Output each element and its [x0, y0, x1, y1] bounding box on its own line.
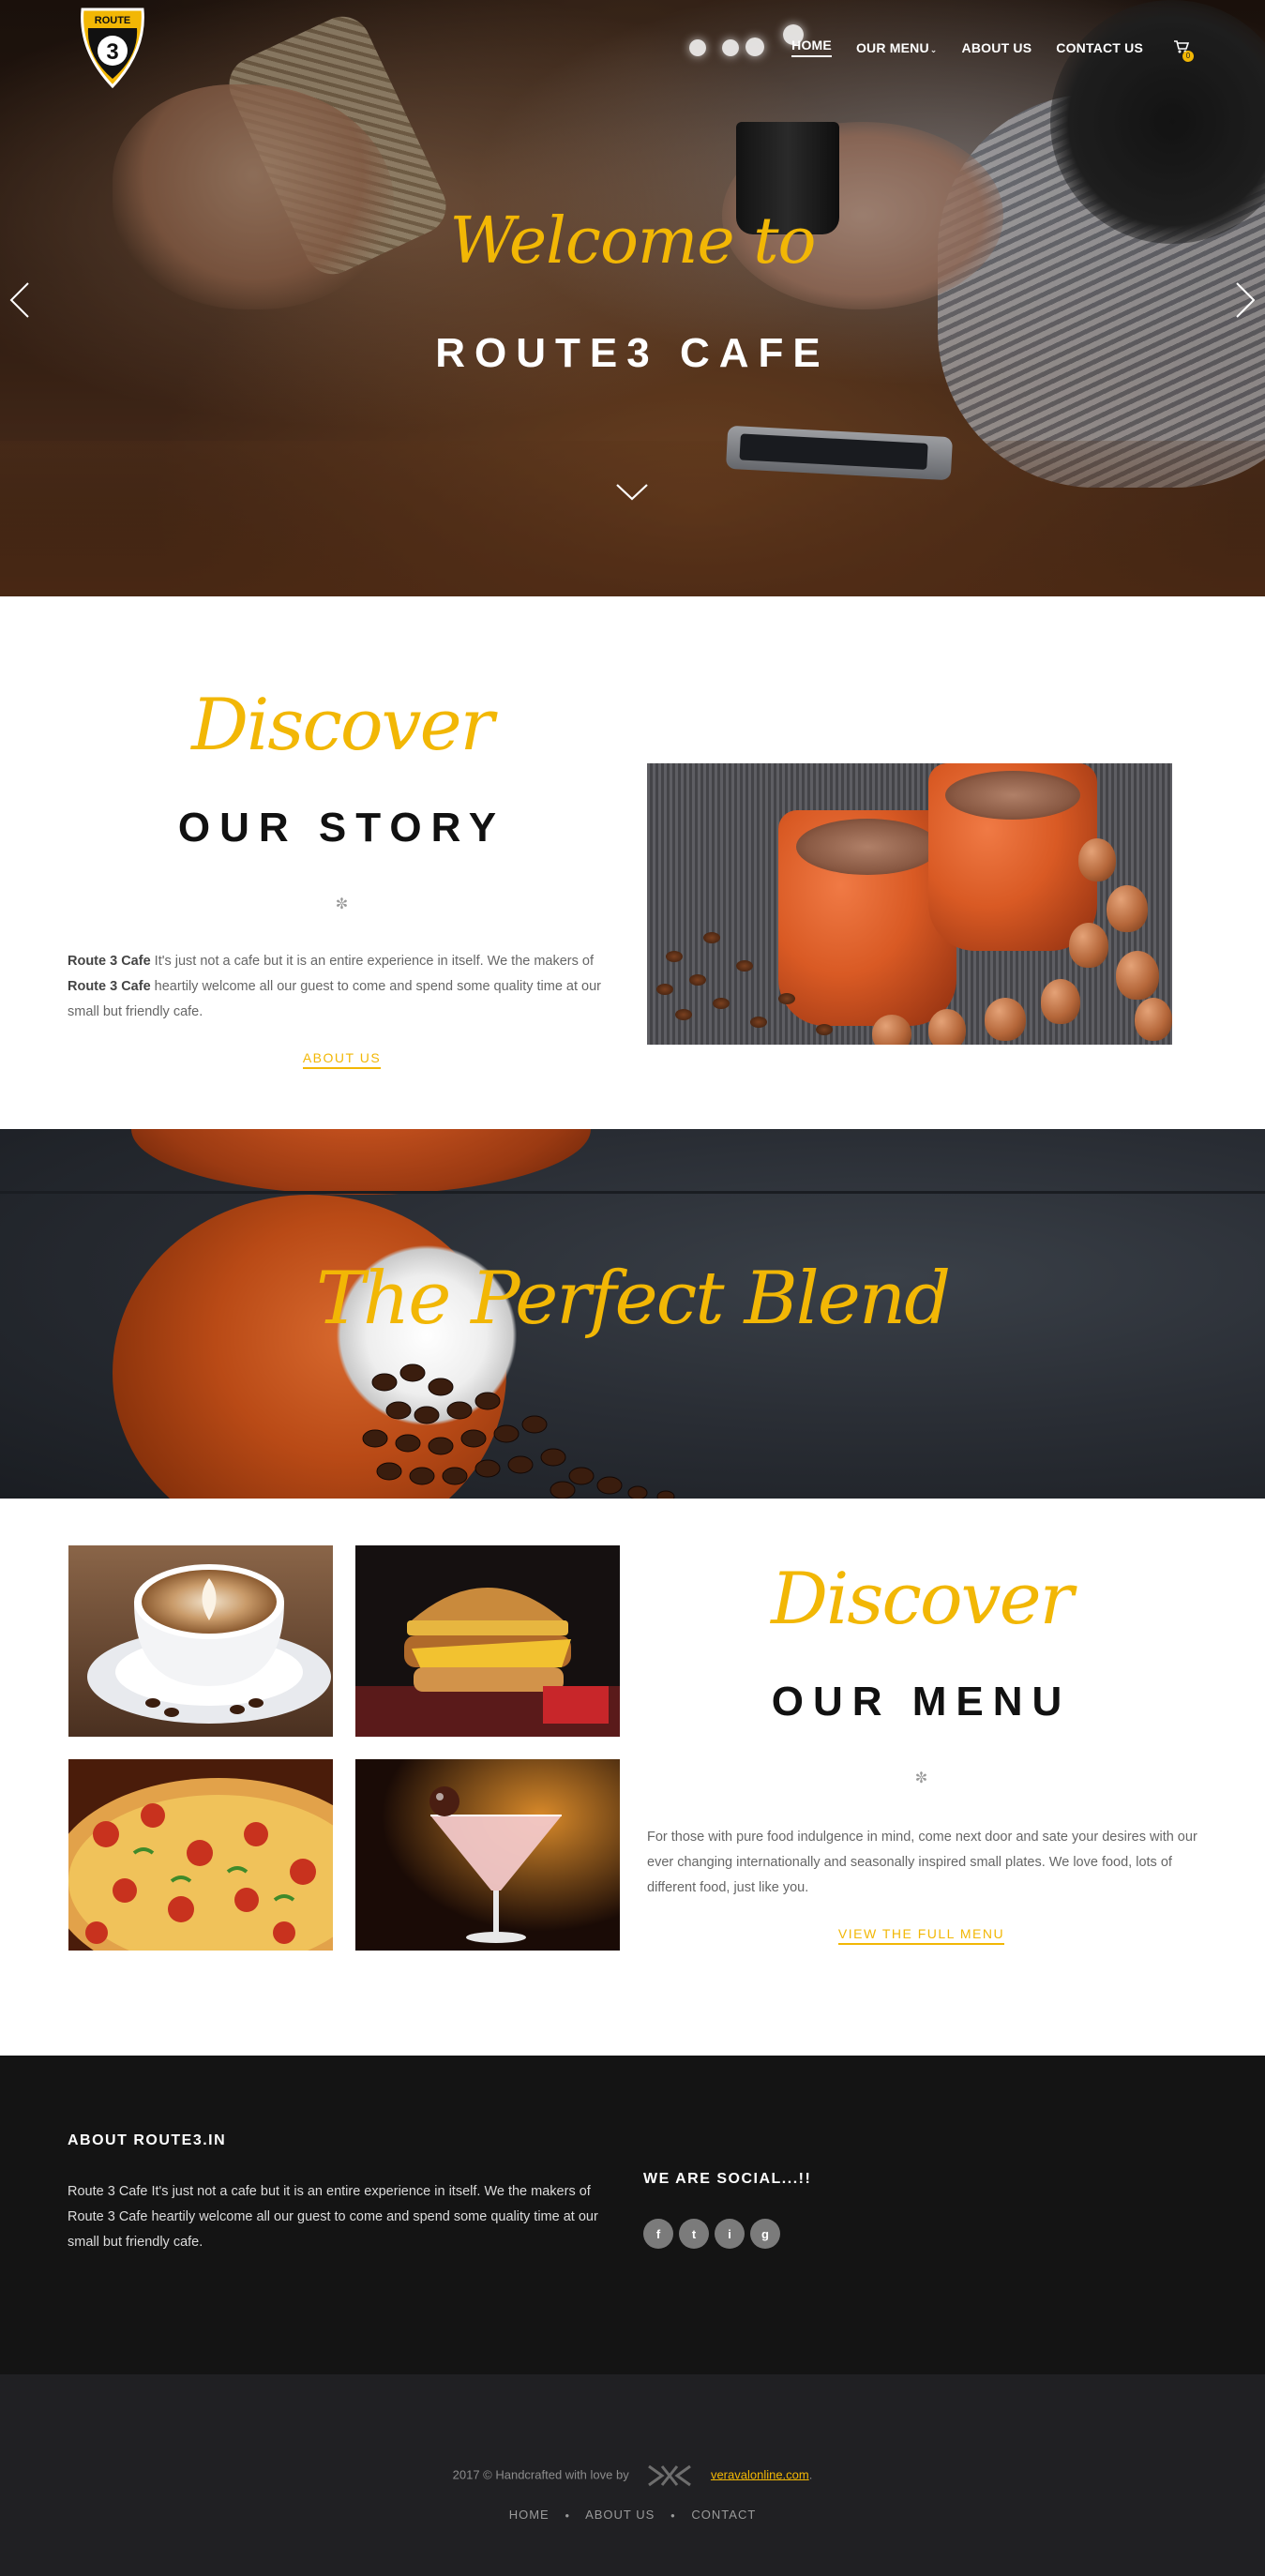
- footer-link-home[interactable]: HOME: [509, 2508, 550, 2522]
- slider-prev-arrow-icon[interactable]: [8, 281, 32, 319]
- about-us-link[interactable]: ABOUT US: [302, 1050, 382, 1069]
- nav-about-us[interactable]: ABOUT US: [962, 40, 1032, 55]
- story-text-1: It's just not a cafe but it is an entire…: [150, 954, 595, 969]
- perfect-blend-title: The Perfect Blend: [315, 1257, 951, 1341]
- banner-photo-cup-top: [131, 1129, 591, 1195]
- view-full-menu-link[interactable]: VIEW THE FULL MENU: [837, 1926, 1005, 1945]
- footer-nav: HOME ● ABOUT US ● CONTACT: [0, 2508, 1265, 2522]
- menu-paragraph: For those with pure food indulgence in m…: [647, 1830, 1197, 1895]
- chevron-down-icon: ⌄: [929, 44, 938, 54]
- menu-thumb-burger[interactable]: [355, 1545, 620, 1737]
- story-brand-1: Route 3 Cafe: [68, 954, 151, 969]
- hero-title: ROUTE3 CAFE: [435, 330, 830, 376]
- cocktail-image: [355, 1759, 620, 1951]
- logo-number-text: 3: [106, 39, 118, 65]
- footer-social-heading: WE ARE SOCIAL...!!: [643, 2171, 812, 2187]
- story-photo-coffee-pots: [647, 763, 1172, 1045]
- nav-home[interactable]: HOME: [791, 38, 832, 57]
- burger-image: [355, 1545, 620, 1737]
- credit-period: .: [808, 2467, 813, 2482]
- twitter-icon[interactable]: t: [679, 2219, 709, 2249]
- latte-image: [68, 1545, 333, 1737]
- nav-our-menu-label: OUR MENU: [855, 39, 929, 55]
- nav-our-menu[interactable]: OUR MENU⌄: [856, 40, 938, 55]
- story-script-heading: Discover: [191, 683, 494, 766]
- footer-link-about-us[interactable]: ABOUT US: [585, 2508, 655, 2522]
- footer-credit: 2017 © Handcrafted with love by veravalo…: [0, 2463, 1265, 2489]
- facebook-icon[interactable]: f: [643, 2219, 673, 2249]
- hero-slider: [0, 0, 1265, 596]
- credit-site-link[interactable]: veravalonline.com: [711, 2467, 809, 2481]
- veravalonline-logo-icon[interactable]: [645, 2463, 694, 2489]
- menu-thumb-pizza[interactable]: [68, 1759, 333, 1951]
- google-plus-icon[interactable]: g: [750, 2219, 780, 2249]
- logo-route-text: ROUTE: [95, 15, 131, 26]
- instagram-icon[interactable]: i: [715, 2219, 745, 2249]
- menu-divider-flower-icon: ✼: [914, 1770, 928, 1786]
- social-icons: f t i g: [643, 2219, 780, 2249]
- menu-title: OUR MENU: [771, 1679, 1072, 1725]
- footer-about-heading: ABOUT ROUTE3.IN: [68, 2132, 227, 2148]
- footer-link-contact[interactable]: CONTACT: [691, 2508, 756, 2522]
- story-paragraph: Route 3 Cafe It's just not a cafe but it…: [68, 949, 619, 1025]
- pizza-image: [68, 1759, 333, 1951]
- main-nav: HOME OUR MENU⌄ ABOUT US CONTACT US: [791, 38, 1186, 57]
- nav-contact-us[interactable]: CONTACT US: [1056, 40, 1143, 55]
- cart-button[interactable]: 0: [1173, 39, 1194, 62]
- footer-about-text: Route 3 Cafe It's just not a cafe but it…: [68, 2184, 598, 2250]
- footer-separator: ●: [670, 2511, 676, 2521]
- hero-script-heading: Welcome to: [449, 204, 817, 279]
- menu-thumb-cocktail[interactable]: [355, 1759, 620, 1951]
- scroll-down-icon[interactable]: [615, 482, 649, 503]
- route3-logo[interactable]: ROUTE 3: [75, 4, 150, 90]
- menu-script-heading: Discover: [771, 1557, 1074, 1640]
- banner-photo-beans: [362, 1363, 675, 1499]
- credit-text: 2017 © Handcrafted with love by: [452, 2467, 629, 2482]
- footer-separator: ●: [565, 2511, 571, 2521]
- menu-thumb-latte[interactable]: [68, 1545, 333, 1737]
- story-title: OUR STORY: [177, 805, 506, 851]
- story-brand-2: Route 3 Cafe: [68, 979, 151, 994]
- cart-count-badge: 0: [1182, 51, 1194, 62]
- divider-flower-icon: ✼: [335, 896, 349, 912]
- slider-next-arrow-icon[interactable]: [1233, 281, 1257, 319]
